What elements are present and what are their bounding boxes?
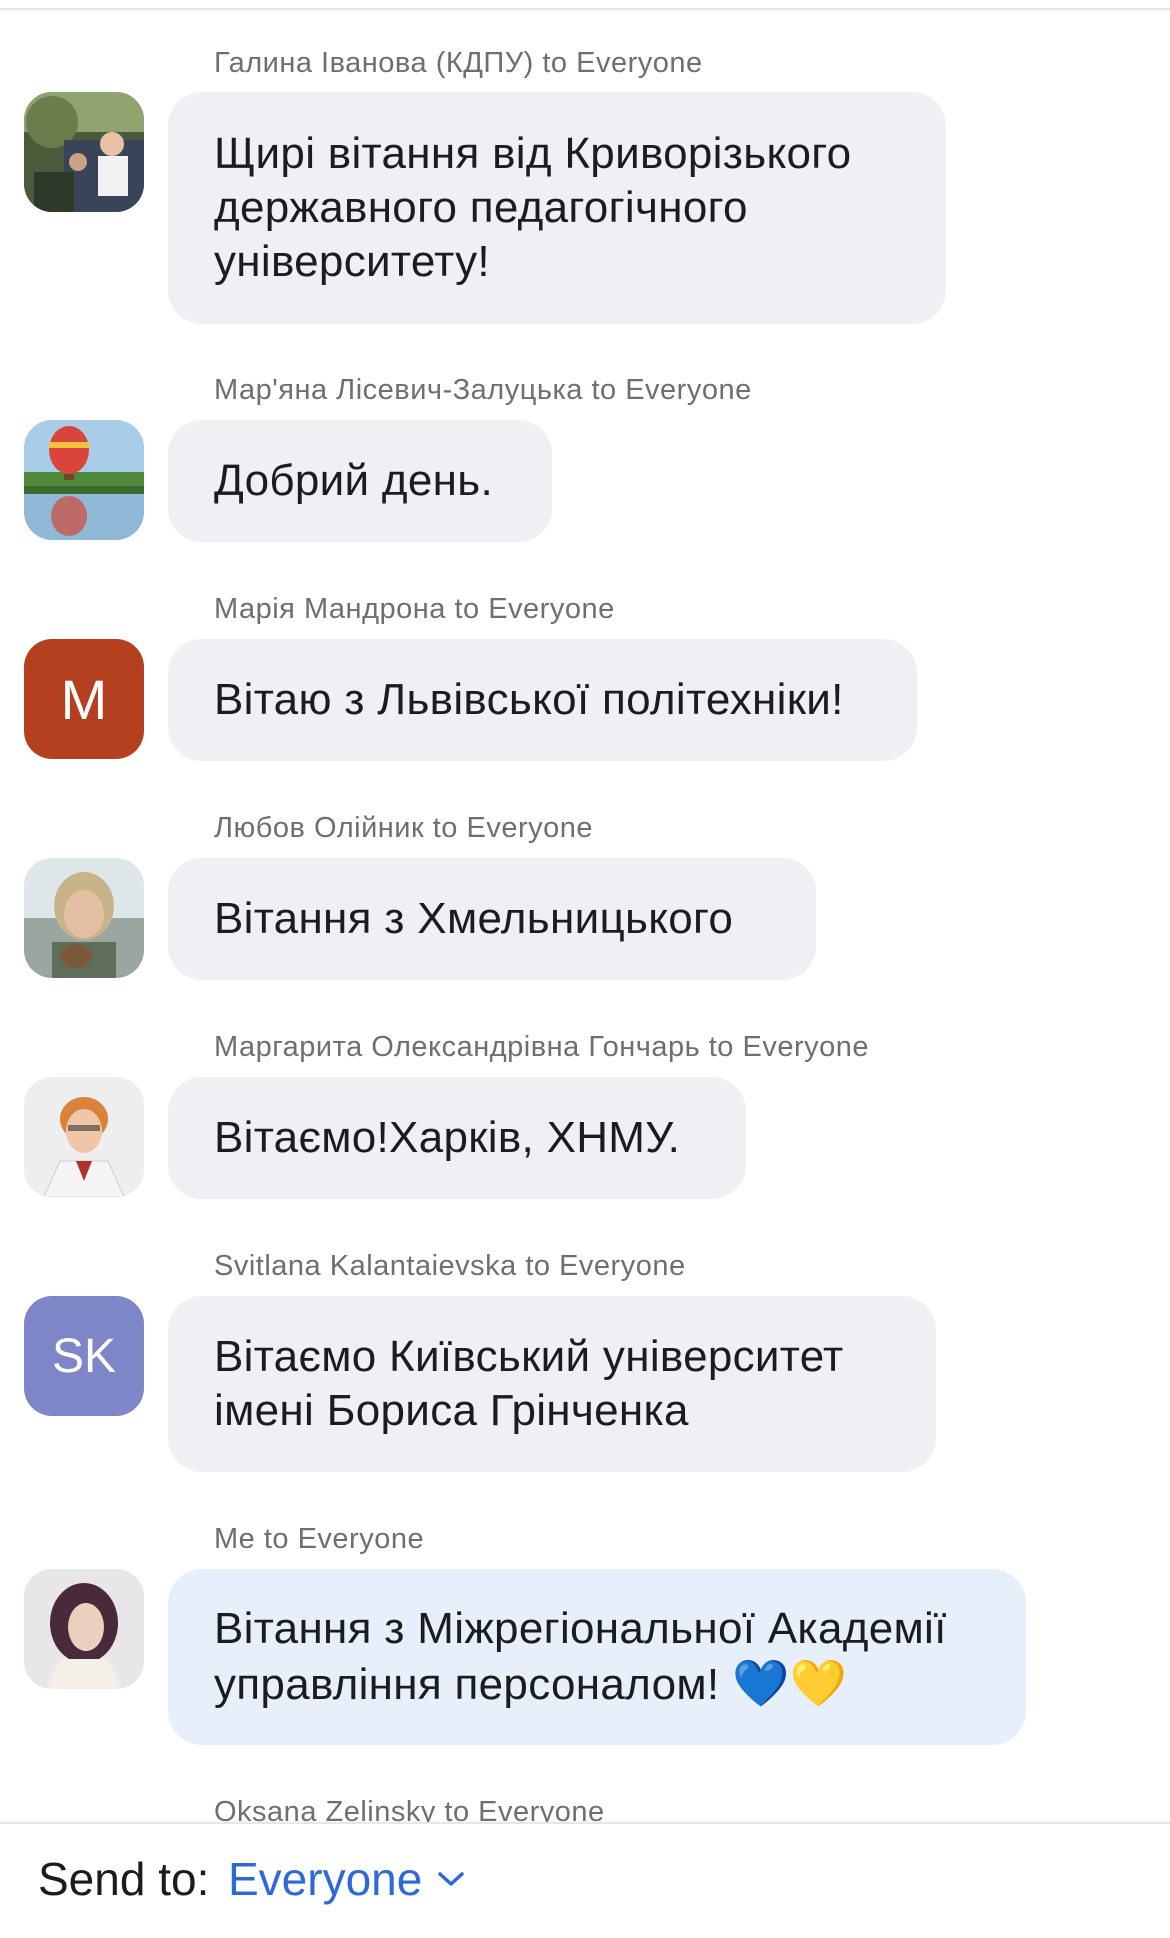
message-line: Вітаємо Київський університет [214, 1332, 844, 1381]
recipient-selector[interactable]: Everyone [228, 1852, 466, 1906]
avatar[interactable]: M [24, 639, 144, 759]
sender-label: Маргарита Олександрівна Гончарь to Every… [214, 1031, 870, 1063]
message-line: Вітаю з Львівської політехніки! [214, 675, 844, 724]
chevron-down-icon [438, 1872, 465, 1886]
chat-messages[interactable]: Галина Іванова (КДПУ) to Everyone Щирі в… [0, 0, 1170, 1825]
sender-label: Марія Мандрона to Everyone [214, 593, 615, 625]
yellow-heart-icon: 💛 [789, 1657, 848, 1709]
message-line: управління персоналом! [214, 1660, 720, 1709]
avatar-initials: SK [51, 1329, 117, 1383]
message-line: університету! [214, 237, 490, 286]
sender-label: Svitlana Kalantaievska to Everyone [214, 1250, 686, 1282]
sender-label: Любов Олійник to Everyone [214, 812, 593, 844]
send-to-bar: Send to: Everyone [0, 1822, 1170, 1938]
send-to-label: Send to: [38, 1853, 210, 1905]
message-line: державного педагогічного [214, 183, 748, 232]
message-bubble: Добрий день. [168, 420, 552, 542]
sender-label: Me to Everyone [214, 1523, 425, 1555]
sender-label: Мар'яна Лісевич-Залуцька to Everyone [214, 374, 752, 406]
message-line: імені Бориса Грінченка [214, 1386, 689, 1435]
avatar[interactable] [24, 1569, 144, 1689]
message-line: Вітання з Міжрегіональної Академії [214, 1604, 947, 1653]
message-bubble: Вітання з Міжрегіональної Академії управ… [168, 1569, 1026, 1745]
message-bubble: Вітаю з Львівської політехніки! [168, 639, 917, 761]
message-line: Щирі вітання від Криворізького [214, 129, 852, 178]
message-bubble: Вітання з Хмельницького [168, 858, 816, 980]
message-line: Добрий день. [214, 456, 494, 505]
message-bubble: Вітаємо Київський університет імені Бори… [168, 1296, 936, 1472]
avatar[interactable] [24, 420, 144, 540]
avatar[interactable] [24, 1077, 144, 1197]
message-bubble: Щирі вітання від Криворізького державног… [168, 92, 946, 324]
message-line: Вітаємо!Харків, ХНМУ. [214, 1113, 681, 1162]
recipient-value: Everyone [228, 1853, 423, 1905]
sender-label: Oksana Zelinsky to Everyone [214, 1796, 605, 1825]
avatar[interactable]: SK [24, 1296, 144, 1416]
blue-heart-icon: 💙 [731, 1657, 790, 1709]
avatar[interactable] [24, 858, 144, 978]
message-line: Вітання з Хмельницького [214, 894, 734, 943]
avatar-initials: M [60, 667, 108, 731]
avatar[interactable] [24, 92, 144, 212]
message-bubble: Вітаємо!Харків, ХНМУ. [168, 1077, 746, 1199]
sender-label: Галина Іванова (КДПУ) to Everyone [214, 47, 703, 79]
